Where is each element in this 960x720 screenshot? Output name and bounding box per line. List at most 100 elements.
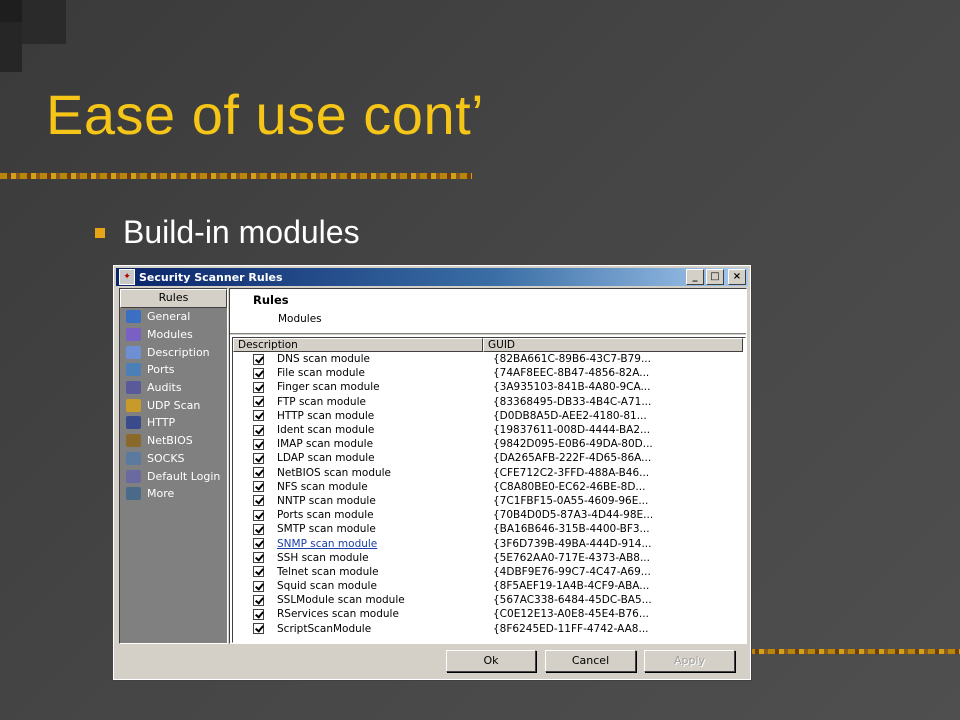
sidebar-item-label: General [147,310,191,324]
sidebar-item[interactable]: Audits [120,379,227,397]
apply-button[interactable]: Apply [644,650,735,672]
sidebar-item-label: SOCKS [147,451,185,465]
security-scanner-rules-window: ✦ Security Scanner Rules _ □ × Rules Gen… [113,265,751,680]
module-description: SMTP scan module [277,523,376,536]
module-description: Squid scan module [277,580,377,593]
minimize-button[interactable]: _ [686,269,704,285]
module-checkbox[interactable] [253,623,264,635]
module-checkbox[interactable] [253,367,264,379]
sidebar-item-label: Description [147,345,210,359]
ports-icon [126,363,141,377]
ok-button[interactable]: Ok [446,650,536,672]
module-description: NNTP scan module [277,494,376,507]
module-checkbox[interactable] [253,481,264,493]
table-row[interactable]: File scan module {74AF8EEC-8B47-4856-82A.… [233,366,745,380]
sidebar-item-label: Modules [147,328,193,342]
table-row[interactable]: Ports scan module {70B4D0D5-87A3-4D44-98E… [233,508,745,522]
table-row[interactable]: Finger scan module {3A935103-841B-4A80-9C… [233,380,745,394]
more-icon [126,487,141,501]
column-header-guid[interactable]: GUID [483,338,743,352]
table-row[interactable]: SSLModule scan module {567AC338-6484-45DC… [233,593,745,607]
sidebar-item[interactable]: Default Login [120,467,227,485]
modules-icon [126,328,141,342]
module-guid: {3A935103-841B-4A80-9CA... [493,381,651,394]
table-row[interactable]: FTP scan module {83368495-DB33-4B4C-A71..… [233,395,745,409]
module-checkbox[interactable] [253,467,264,479]
table-row[interactable]: Telnet scan module {4DBF9E76-99C7-4C47-A6… [233,565,745,579]
module-checkbox[interactable] [253,608,264,620]
sidebar-item[interactable]: HTTP [120,414,227,432]
module-description: NFS scan module [277,480,368,493]
module-guid: {CFE712C2-3FFD-488A-B46... [493,466,650,479]
table-row[interactable]: SSH scan module {5E762AA0-717E-4373-AB8..… [233,551,745,565]
window-title: Security Scanner Rules [139,270,283,284]
sidebar-item-label: More [147,487,175,501]
module-guid: {567AC338-6484-45DC-BA5... [493,594,652,607]
module-checkbox[interactable] [253,396,264,408]
module-checkbox[interactable] [253,452,264,464]
module-checkbox[interactable] [253,509,264,521]
table-row[interactable]: NetBIOS scan module {CFE712C2-3FFD-488A-B… [233,466,745,480]
module-description: Finger scan module [277,381,380,394]
column-header-description[interactable]: Description [233,338,483,352]
table-row[interactable]: ScriptScanModule {8F6245ED-11FF-4742-AA8.… [233,622,745,636]
module-guid: {DA265AFB-222F-4D65-86A... [493,452,652,465]
module-checkbox[interactable] [253,438,264,450]
window-titlebar[interactable]: ✦ Security Scanner Rules _ □ × [116,268,748,286]
table-row[interactable]: SMTP scan module {BA16B646-315B-4400-BF3.… [233,522,745,536]
table-row[interactable]: Ident scan module {19837611-008D-4444-BA2… [233,423,745,437]
module-description: HTTP scan module [277,409,375,422]
module-checkbox[interactable] [253,552,264,564]
sidebar-item-label: Audits [147,381,182,395]
sidebar-item[interactable]: Description [120,343,227,361]
panel-subtitle: Modules [278,313,322,325]
module-guid: {8F6245ED-11FF-4742-AA8... [493,622,649,635]
title-divider [0,173,472,179]
table-row[interactable]: HTTP scan module {D0DB8A5D-AEE2-4180-81..… [233,409,745,423]
module-guid: {5E762AA0-717E-4373-AB8... [493,551,650,564]
sidebar-item-label: NetBIOS [147,434,193,448]
module-checkbox[interactable] [253,353,264,365]
sidebar-item[interactable]: UDP Scan [120,396,227,414]
footer-divider [748,649,960,654]
table-row[interactable]: NFS scan module {C8A80BE0-EC62-46BE-8D... [233,480,745,494]
module-checkbox[interactable] [253,566,264,578]
module-description: Telnet scan module [277,565,379,578]
module-checkbox[interactable] [253,580,264,592]
module-checkbox[interactable] [253,381,264,393]
table-row[interactable]: IMAP scan module {9842D095-E0B6-49DA-80D.… [233,437,745,451]
maximize-button[interactable]: □ [706,269,724,285]
module-checkbox[interactable] [253,410,264,422]
module-checkbox[interactable] [253,538,264,550]
table-row[interactable]: Squid scan module {8F5AEF19-1A4B-4CF9-ABA… [233,579,745,593]
module-checkbox[interactable] [253,523,264,535]
table-row[interactable]: DNS scan module {82BA661C-89B6-43C7-B79..… [233,352,745,366]
rules-sidebar: Rules General Modules Description Ports Audi… [119,288,228,644]
bullet-item: Build-in modules [95,214,360,251]
module-guid: {3F6D739B-49BA-444D-914... [493,537,652,550]
module-checkbox[interactable] [253,424,264,436]
cancel-button[interactable]: Cancel [545,650,636,672]
close-button[interactable]: × [728,269,746,285]
sidebar-header[interactable]: Rules [120,289,227,308]
table-row[interactable]: NNTP scan module {7C1FBF15-0A55-4609-96E.… [233,494,745,508]
table-row[interactable]: LDAP scan module {DA265AFB-222F-4D65-86A.… [233,451,745,465]
table-row[interactable]: SNMP scan module {3F6D739B-49BA-444D-914.… [233,536,745,550]
sidebar-item[interactable]: More [120,485,227,503]
table-row[interactable]: RServices scan module {C0E12E13-A0E8-45E4… [233,607,745,621]
module-description: Ident scan module [277,424,375,437]
module-checkbox[interactable] [253,495,264,507]
module-description: SSH scan module [277,551,369,564]
module-description: File scan module [277,367,365,380]
sidebar-item[interactable]: SOCKS [120,450,227,468]
sidebar-item[interactable]: General [120,308,227,326]
sidebar-item[interactable]: Modules [120,326,227,344]
module-checkbox[interactable] [253,594,264,606]
module-guid: {82BA661C-89B6-43C7-B79... [493,353,651,366]
sidebar-item[interactable]: Ports [120,361,227,379]
bullet-icon [95,227,105,238]
module-description: NetBIOS scan module [277,466,392,479]
module-description: DNS scan module [277,353,370,366]
module-description: FTP scan module [277,395,366,408]
sidebar-item[interactable]: NetBIOS [120,432,227,450]
